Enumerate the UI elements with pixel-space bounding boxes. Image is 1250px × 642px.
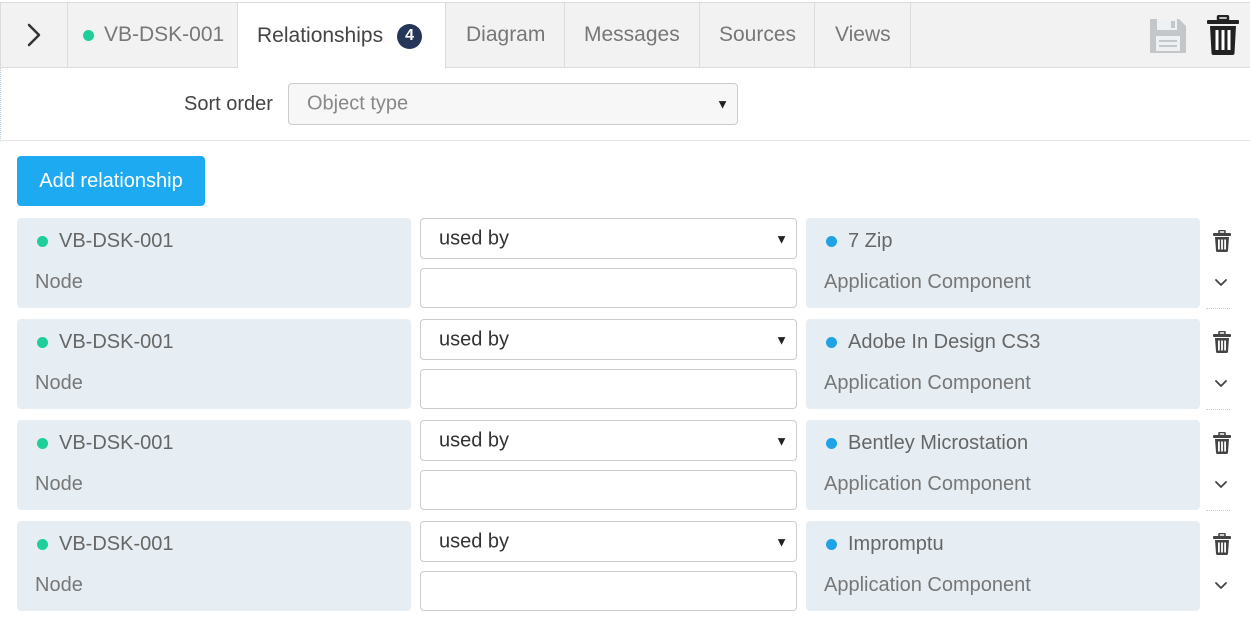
source-name: VB-DSK-001 — [59, 230, 174, 252]
tab-messages[interactable]: Messages — [565, 3, 700, 67]
tab-relationships[interactable]: Relationships 4 — [238, 3, 446, 69]
target-name: 7 Zip — [848, 230, 893, 252]
relationship-type-value: used by — [439, 429, 510, 451]
dropdown-arrow-icon: ▼ — [775, 433, 788, 448]
relationship-row: VB-DSK-001 Node used by ▼ Adobe In Desig… — [0, 319, 1250, 411]
relationship-type-select[interactable]: used by ▼ — [420, 218, 797, 259]
relationship-label-input[interactable] — [420, 571, 797, 611]
target-type: Application Component — [824, 372, 1031, 394]
relationship-label-input[interactable] — [420, 369, 797, 409]
add-relationship-button[interactable]: Add relationship — [17, 156, 205, 206]
trash-icon[interactable] — [1212, 229, 1232, 257]
tab-views-label: Views — [835, 23, 891, 46]
chevron-right-icon — [26, 22, 42, 48]
relationship-type-value: used by — [439, 530, 510, 552]
source-type: Node — [35, 473, 83, 495]
trash-icon[interactable] — [1212, 532, 1232, 560]
save-button[interactable] — [1148, 17, 1188, 60]
sort-order-label: Sort order — [184, 93, 273, 115]
dropdown-arrow-icon: ▼ — [775, 231, 788, 246]
trash-icon[interactable] — [1212, 431, 1232, 459]
target-card[interactable]: Bentley Microstation Application Compone… — [806, 420, 1200, 510]
save-icon — [1148, 19, 1188, 59]
status-dot — [83, 29, 94, 41]
status-dot — [826, 539, 837, 550]
status-dot — [826, 438, 837, 449]
target-name: Bentley Microstation — [848, 432, 1029, 454]
chevron-down-icon[interactable] — [1213, 579, 1229, 597]
relationship-type-select[interactable]: used by ▼ — [420, 319, 797, 360]
dropdown-arrow-icon: ▼ — [775, 332, 788, 347]
relationship-type-select[interactable]: used by ▼ — [420, 521, 797, 562]
target-card[interactable]: Impromptu Application Component — [806, 521, 1200, 611]
delete-button[interactable] — [1206, 14, 1240, 60]
source-name: VB-DSK-001 — [59, 432, 174, 454]
dropdown-arrow-icon: ▼ — [716, 96, 729, 112]
status-dot — [37, 337, 48, 348]
source-card[interactable]: VB-DSK-001 Node — [17, 521, 411, 611]
tab-diagram-label: Diagram — [466, 23, 546, 46]
source-card[interactable]: VB-DSK-001 Node — [17, 218, 411, 308]
relationship-count-badge: 4 — [397, 23, 423, 49]
sort-bar: Sort order Object type ▼ — [0, 68, 1250, 141]
tab-relationships-label: Relationships — [257, 24, 384, 47]
source-card[interactable]: VB-DSK-001 Node — [17, 420, 411, 510]
tab-diagram[interactable]: Diagram — [446, 3, 565, 67]
trash-icon[interactable] — [1212, 330, 1232, 358]
relationship-row: VB-DSK-001 Node used by ▼ Bentley Micros… — [0, 420, 1250, 512]
sort-order-value: Object type — [307, 92, 409, 115]
target-card[interactable]: Adobe In Design CS3 Application Componen… — [806, 319, 1200, 409]
source-type: Node — [35, 372, 83, 394]
tab-sources[interactable]: Sources — [700, 3, 815, 67]
status-dot — [826, 337, 837, 348]
dropdown-arrow-icon: ▼ — [775, 534, 788, 549]
sort-order-select[interactable]: Object type ▼ — [288, 83, 738, 125]
relationship-label-input[interactable] — [420, 470, 797, 510]
relationship-row: VB-DSK-001 Node used by ▼ Impromptu Appl… — [0, 521, 1250, 613]
status-dot — [37, 539, 48, 550]
sidebar-toggle-button[interactable] — [0, 3, 68, 67]
target-name: Adobe In Design CS3 — [848, 331, 1041, 353]
source-name: VB-DSK-001 — [59, 331, 174, 353]
chevron-down-icon[interactable] — [1213, 276, 1229, 294]
row-divider — [1206, 308, 1230, 309]
target-type: Application Component — [824, 473, 1031, 495]
status-dot — [826, 236, 837, 247]
target-name: Impromptu — [848, 533, 944, 555]
tab-views[interactable]: Views — [815, 3, 911, 67]
relationship-row: VB-DSK-001 Node used by ▼ 7 Zip Applicat… — [0, 218, 1250, 310]
tab-bar: VB-DSK-001 Relationships 4 Diagram Messa… — [0, 2, 1250, 69]
tab-element-label: VB-DSK-001 — [104, 23, 225, 46]
relationship-type-value: used by — [439, 328, 510, 350]
target-card[interactable]: 7 Zip Application Component — [806, 218, 1200, 308]
status-dot — [37, 438, 48, 449]
row-divider — [1206, 510, 1230, 511]
relationship-type-value: used by — [439, 227, 510, 249]
status-dot — [37, 236, 48, 247]
source-name: VB-DSK-001 — [59, 533, 174, 555]
row-divider — [1206, 409, 1230, 410]
source-type: Node — [35, 271, 83, 293]
chevron-down-icon[interactable] — [1213, 377, 1229, 395]
relationship-label-input[interactable] — [420, 268, 797, 308]
target-type: Application Component — [824, 574, 1031, 596]
tab-messages-label: Messages — [584, 23, 680, 46]
relationship-type-select[interactable]: used by ▼ — [420, 420, 797, 461]
trash-icon — [1206, 14, 1240, 59]
tab-element[interactable]: VB-DSK-001 — [68, 3, 238, 67]
source-type: Node — [35, 574, 83, 596]
chevron-down-icon[interactable] — [1213, 478, 1229, 496]
source-card[interactable]: VB-DSK-001 Node — [17, 319, 411, 409]
target-type: Application Component — [824, 271, 1031, 293]
tab-sources-label: Sources — [719, 23, 797, 46]
